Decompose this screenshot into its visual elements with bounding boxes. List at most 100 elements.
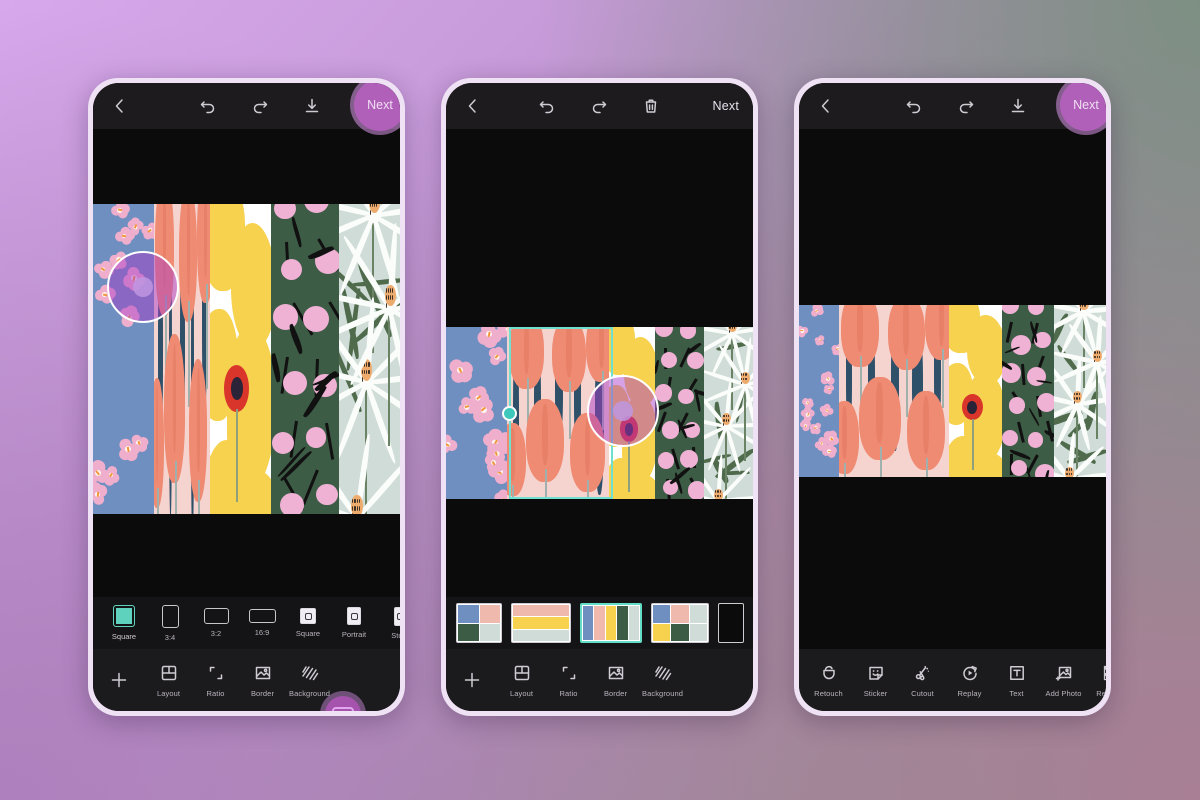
collage-berry-panel[interactable]: [1001, 305, 1054, 477]
daisy-center-dot: [1070, 468, 1072, 472]
tool-background[interactable]: Background: [286, 662, 333, 698]
app-preset-inner: [396, 612, 400, 620]
daisy-center-dot: [728, 330, 730, 333]
aspect-ratio-strip[interactable]: Square 3:4 3:2 16:9 Square Portrait Story: [93, 597, 400, 649]
tool-label: Replay: [957, 689, 982, 698]
redo-icon[interactable]: [955, 95, 977, 117]
layout-thumbnail-layout-grid-blank[interactable]: [651, 603, 709, 643]
ratio-16-9-press-bubble[interactable]: [320, 691, 366, 711]
tool-remove[interactable]: Remove: [1087, 662, 1106, 698]
collage-berry-panel[interactable]: [654, 327, 704, 499]
tool-layout[interactable]: Layout: [498, 662, 545, 698]
collage-daisy-panel[interactable]: [1053, 305, 1106, 477]
redo-icon[interactable]: [588, 95, 610, 117]
daisy-center-dot: [1073, 400, 1075, 404]
collage-daisy-panel[interactable]: [338, 204, 400, 514]
ratio-shape-icon: [248, 609, 276, 623]
undo-icon[interactable]: [903, 95, 925, 117]
tool-label: Text: [1009, 689, 1024, 698]
ratio-option-16-9-3[interactable]: 16:9: [239, 609, 285, 637]
collage-yellow-panel[interactable]: [949, 305, 1002, 477]
tool-replay[interactable]: Replay: [946, 662, 993, 698]
blossom-motif: [446, 433, 460, 456]
ratio-option-square-0[interactable]: Square: [101, 605, 147, 641]
download-icon[interactable]: [301, 95, 323, 117]
ratio-option-3-2-2[interactable]: 3:2: [193, 608, 239, 638]
collage-berry-panel[interactable]: [271, 204, 339, 514]
berry-motif: [654, 327, 674, 337]
collage-tulip-panel[interactable]: [838, 305, 950, 477]
ratio-option-3-4-1[interactable]: 3:4: [147, 604, 193, 642]
collage-tulip-panel[interactable]: [154, 204, 210, 514]
back-button[interactable]: [813, 95, 839, 117]
berry-motif: [304, 204, 330, 213]
collage-canvas[interactable]: [799, 305, 1106, 477]
layout-thumbnail-layout-3-rows[interactable]: [511, 603, 571, 643]
blossom-motif: [807, 305, 826, 320]
ratio-option-square-4[interactable]: Square: [285, 608, 331, 638]
ratio-option-label: 16:9: [254, 628, 270, 637]
next-button[interactable]: Next: [1056, 83, 1106, 135]
ratio-option-portrait-5[interactable]: Portrait: [331, 607, 377, 639]
tool-border[interactable]: Border: [592, 662, 639, 698]
daisy-center-dot: [714, 494, 716, 498]
tool-layout[interactable]: Layout: [145, 662, 192, 698]
app-preset-inner: [304, 612, 312, 620]
layout-thumbnail-cell: [479, 623, 500, 641]
daisy-center-dot: [356, 498, 358, 504]
layout-thumbnail-cell: [458, 623, 479, 641]
add-photo-plus-button[interactable]: [93, 670, 145, 690]
blossom-motif: [93, 481, 110, 508]
next-button[interactable]: Next: [350, 83, 400, 135]
ratio-option-story-6[interactable]: Story: [377, 606, 400, 640]
next-button[interactable]: Next: [712, 99, 739, 113]
undo-icon[interactable]: [536, 95, 558, 117]
daisy-center-dot: [391, 287, 393, 293]
berry-motif: [280, 258, 303, 281]
berry-motif: [1028, 305, 1045, 315]
ratio-shape-icon: [203, 608, 229, 624]
phone-3-toolbar: Retouch Sticker Cutout Replay Text Add Photo R…: [799, 649, 1106, 711]
text-box-icon: [1006, 662, 1028, 684]
berry-motif: [315, 483, 338, 506]
berry-motif: [1010, 334, 1031, 355]
add-photo-plus-button[interactable]: [446, 670, 498, 690]
left-edge-handle[interactable]: [502, 406, 517, 421]
daisy-center-dot: [727, 418, 729, 422]
redo-icon[interactable]: [249, 95, 271, 117]
layout-thumbnail-strip[interactable]: [446, 597, 753, 649]
tool-sticker[interactable]: Sticker: [852, 662, 899, 698]
collage-blossom-panel[interactable]: [446, 327, 508, 499]
collage-daisy-panel[interactable]: [703, 327, 753, 499]
phone-2-topbar: Next: [446, 83, 753, 129]
tool-cutout[interactable]: Cutout: [899, 662, 946, 698]
tool-add-photo[interactable]: Add Photo: [1040, 662, 1087, 698]
tulip-stem: [544, 469, 547, 499]
tool-retouch[interactable]: Retouch: [805, 662, 852, 698]
layout-thumbnail-layout-2x2[interactable]: [456, 603, 502, 643]
undo-icon[interactable]: [197, 95, 219, 117]
daisy-center-dot: [369, 209, 371, 215]
tool-border[interactable]: Border: [239, 662, 286, 698]
tool-label: Ratio: [559, 689, 578, 698]
phone-2-screen: Next Layout Ratio Border Background: [446, 83, 753, 711]
back-button[interactable]: [460, 95, 486, 117]
layout-thumbnail-layout-5-columns[interactable]: [580, 603, 642, 643]
tool-background[interactable]: Background: [639, 662, 686, 698]
phone-1-screen: Next Square 3:4 3:2 16:9 Square Portrait Story…: [93, 83, 400, 711]
blossom-motif: [819, 402, 836, 418]
layout-thumbnail-cell: [689, 605, 707, 623]
trash-icon[interactable]: [640, 95, 662, 117]
collage-yellow-panel[interactable]: [209, 204, 272, 514]
phone-2-toolbar: Layout Ratio Border Background: [446, 649, 753, 711]
tool-ratio[interactable]: Ratio: [545, 662, 592, 698]
back-button[interactable]: [107, 95, 133, 117]
phone-2-canvas: [446, 129, 753, 597]
tool-ratio[interactable]: Ratio: [192, 662, 239, 698]
tulip-stem: [879, 447, 882, 477]
download-icon[interactable]: [1007, 95, 1029, 117]
collage-blossom-panel[interactable]: [799, 305, 839, 477]
tool-text[interactable]: Text: [993, 662, 1040, 698]
blossom-motif: [799, 323, 810, 340]
layout-thumbnail-blank-panel[interactable]: [718, 603, 744, 643]
